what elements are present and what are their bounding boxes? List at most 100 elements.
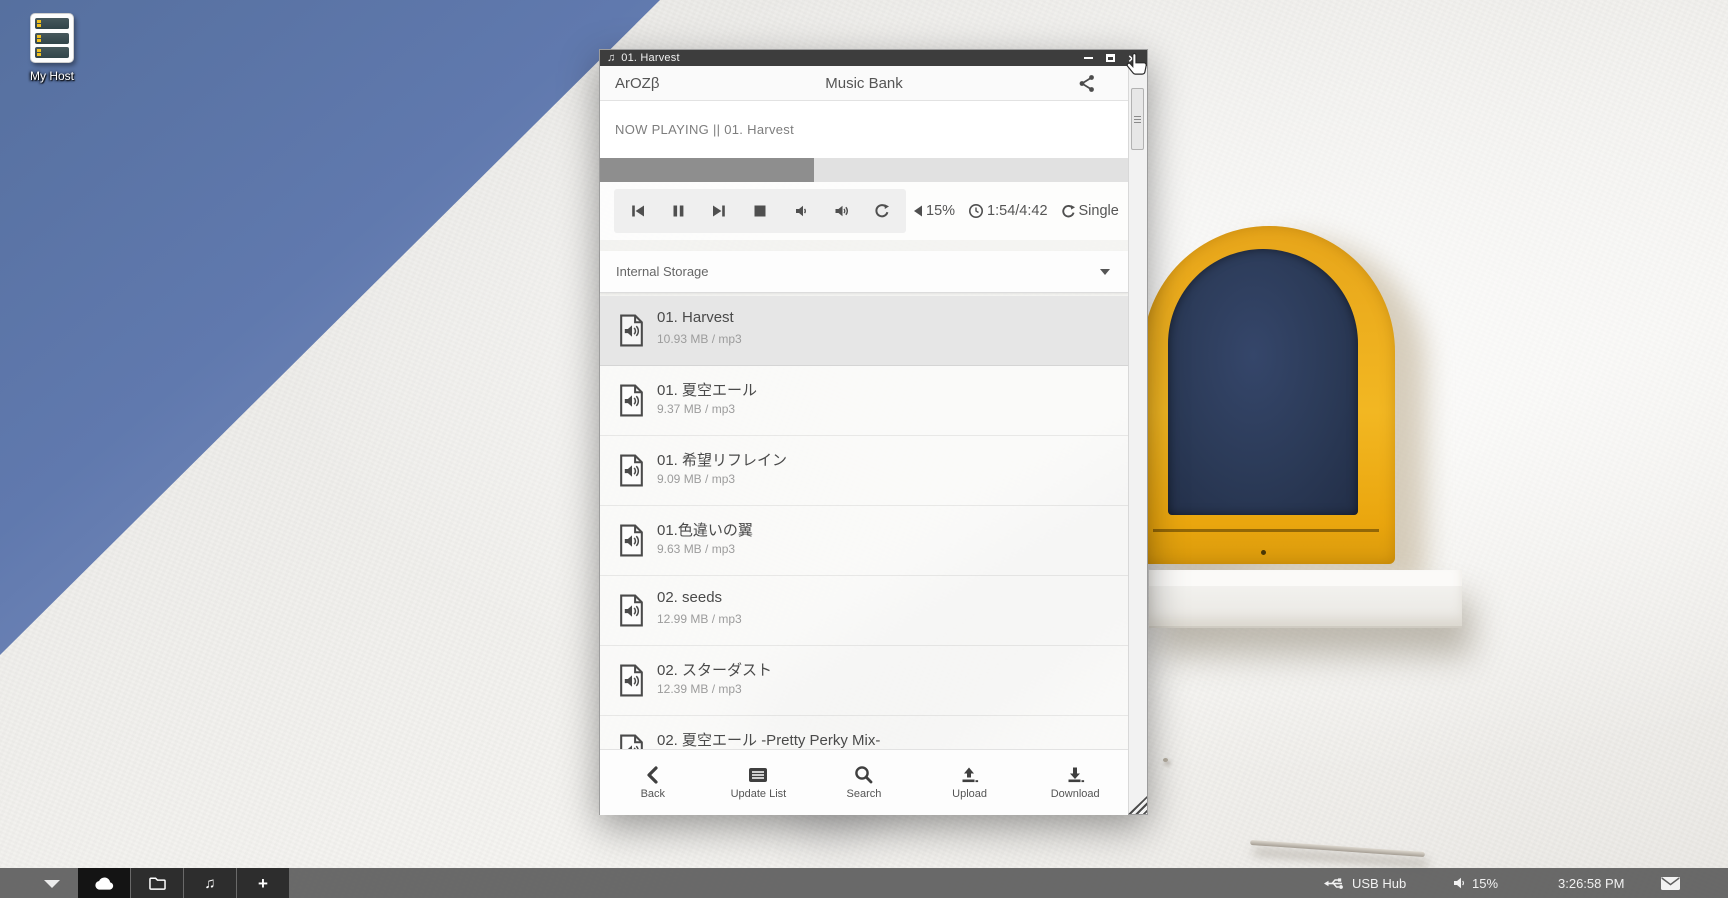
play-mode[interactable]: Single bbox=[1061, 203, 1119, 219]
plus-icon: + bbox=[258, 875, 268, 892]
taskbar-chevron-down-icon[interactable] bbox=[44, 880, 60, 888]
download-button[interactable]: Download bbox=[1022, 750, 1128, 815]
player-status: 15% 1:54/4:42 Single bbox=[912, 182, 1119, 240]
usb-label: USB Hub bbox=[1352, 876, 1406, 891]
taskbar-usb-status[interactable]: USB Hub bbox=[1322, 868, 1406, 898]
taskbar-item-music[interactable]: ♫ bbox=[184, 868, 236, 898]
close-icon: × bbox=[1128, 52, 1136, 65]
time-status: 1:54/4:42 bbox=[968, 203, 1047, 219]
track-row[interactable]: 01.色違いの翼 9.63 MB / mp3 bbox=[600, 506, 1128, 576]
track-title: 01. 夏空エール bbox=[657, 379, 757, 400]
chevron-down-icon bbox=[1100, 269, 1110, 275]
server-icon bbox=[30, 13, 74, 63]
search-button[interactable]: Search bbox=[811, 750, 917, 815]
share-icon bbox=[1078, 74, 1096, 93]
pause-button[interactable] bbox=[666, 196, 692, 226]
usb-icon bbox=[1322, 876, 1346, 891]
toolbar-label: Back bbox=[641, 788, 665, 800]
track-row[interactable]: 01. Harvest 10.93 MB / mp3 bbox=[600, 296, 1128, 366]
scrollbar-thumb[interactable] bbox=[1131, 88, 1144, 150]
desktop-icon-my-host[interactable]: My Host bbox=[14, 13, 90, 83]
minimize-button[interactable] bbox=[1080, 51, 1096, 65]
track-row[interactable]: 02. スターダスト 12.39 MB / mp3 bbox=[600, 646, 1128, 716]
taskbar-volume-status[interactable]: 15% bbox=[1452, 868, 1498, 898]
wall-rod bbox=[1250, 840, 1425, 857]
window-titlebar[interactable]: ♫ 01. Harvest × bbox=[600, 50, 1147, 66]
track-meta: 9.37 MB / mp3 bbox=[657, 402, 735, 416]
track-meta: 12.39 MB / mp3 bbox=[657, 682, 742, 696]
next-track-button[interactable] bbox=[706, 196, 732, 226]
taskbar-item-add[interactable]: + bbox=[237, 868, 289, 898]
arch-window-glass bbox=[1168, 249, 1358, 515]
volume-value: 15% bbox=[926, 203, 955, 219]
now-playing-bar: NOW PLAYING || 01. Harvest bbox=[600, 101, 1128, 158]
repeat-icon bbox=[874, 203, 890, 219]
stop-icon bbox=[753, 204, 767, 218]
close-button[interactable]: × bbox=[1124, 51, 1140, 65]
volume-status: 15% bbox=[912, 203, 955, 219]
taskbar-item-cloud[interactable] bbox=[78, 868, 130, 898]
track-row[interactable]: 01. 希望リフレイン 9.09 MB / mp3 bbox=[600, 436, 1128, 506]
scrollbar[interactable] bbox=[1128, 66, 1147, 814]
window-ledge bbox=[1149, 570, 1462, 628]
stop-button[interactable] bbox=[747, 196, 773, 226]
back-chevron-icon bbox=[644, 766, 662, 784]
list-icon bbox=[748, 766, 768, 784]
toolbar-label: Update List bbox=[731, 788, 787, 800]
download-icon bbox=[1066, 766, 1085, 784]
audio-file-icon bbox=[618, 384, 645, 422]
folder-icon bbox=[148, 875, 167, 891]
track-title: 02. 夏空エール -Pretty Perky Mix- bbox=[657, 729, 880, 749]
audio-file-icon bbox=[618, 594, 645, 632]
taskbar-mail[interactable] bbox=[1660, 868, 1681, 898]
app-header: ArOZβ Music Bank bbox=[600, 66, 1128, 101]
taskbar-clock[interactable]: 3:26:58 PM bbox=[1558, 868, 1625, 898]
progress-fill bbox=[600, 158, 814, 182]
repeat-button[interactable] bbox=[869, 196, 895, 226]
share-button[interactable] bbox=[1078, 74, 1096, 98]
envelope-icon bbox=[1660, 876, 1681, 891]
pause-icon bbox=[671, 203, 686, 219]
arch-frame-dot bbox=[1261, 550, 1266, 555]
wall-arch-window bbox=[1143, 226, 1395, 564]
now-playing-text: NOW PLAYING || 01. Harvest bbox=[615, 122, 794, 137]
track-title: 01.色違いの翼 bbox=[657, 519, 753, 540]
volume-down-icon bbox=[793, 203, 809, 219]
repeat-mode-icon bbox=[1061, 204, 1076, 219]
play-mode-label: Single bbox=[1079, 203, 1119, 219]
volume-down-button[interactable] bbox=[788, 196, 814, 226]
music-note-icon: ♫ bbox=[607, 53, 615, 64]
previous-icon bbox=[630, 203, 646, 219]
player-controls bbox=[614, 189, 906, 233]
clock-text: 3:26:58 PM bbox=[1558, 876, 1625, 891]
arch-frame-line bbox=[1153, 529, 1379, 532]
storage-selected-option: Internal Storage bbox=[616, 264, 1100, 279]
track-row[interactable]: 01. 夏空エール 9.37 MB / mp3 bbox=[600, 366, 1128, 436]
maximize-button[interactable] bbox=[1102, 51, 1118, 65]
track-row[interactable]: 02. 夏空エール -Pretty Perky Mix- 9.06 MB / m… bbox=[600, 716, 1128, 749]
taskbar: ♫ + USB Hub 15% 3:26:5 bbox=[0, 868, 1728, 898]
progress-bar[interactable] bbox=[600, 158, 1128, 182]
track-title: 01. Harvest bbox=[657, 309, 734, 326]
search-icon bbox=[854, 765, 873, 784]
update-list-button[interactable]: Update List bbox=[706, 750, 812, 815]
taskbar-item-files[interactable] bbox=[131, 868, 183, 898]
music-note-icon: ♫ bbox=[204, 876, 215, 891]
time-value: 1:54/4:42 bbox=[987, 203, 1047, 219]
previous-track-button[interactable] bbox=[625, 196, 651, 226]
audio-file-icon bbox=[618, 524, 645, 562]
clock-icon bbox=[968, 203, 984, 219]
storage-dropdown[interactable]: Internal Storage bbox=[600, 251, 1128, 293]
minimize-icon bbox=[1084, 57, 1093, 59]
upload-button[interactable]: Upload bbox=[917, 750, 1023, 815]
track-row[interactable]: 02. seeds 12.99 MB / mp3 bbox=[600, 576, 1128, 646]
toolbar-label: Upload bbox=[952, 788, 987, 800]
wall-speck bbox=[1163, 758, 1168, 762]
track-title: 02. スターダスト bbox=[657, 659, 772, 680]
volume-triangle-icon bbox=[912, 204, 923, 218]
next-icon bbox=[711, 203, 727, 219]
maximize-icon bbox=[1106, 54, 1115, 62]
volume-up-button[interactable] bbox=[828, 196, 854, 226]
back-button[interactable]: Back bbox=[600, 750, 706, 815]
track-meta: 12.99 MB / mp3 bbox=[657, 612, 742, 626]
